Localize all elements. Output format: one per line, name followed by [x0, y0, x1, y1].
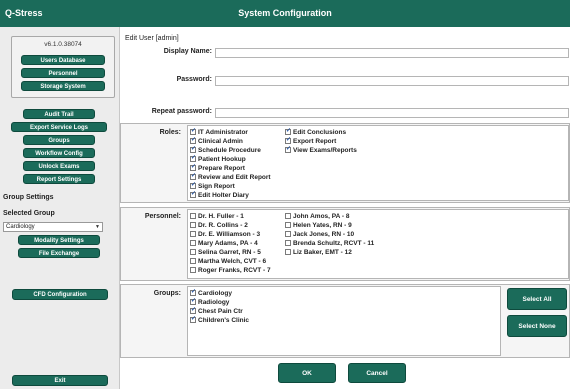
role-checkbox[interactable]: Review and Edit Report	[190, 172, 271, 181]
workflow-config-button[interactable]: Workflow Config	[23, 148, 95, 158]
checkbox-icon	[285, 231, 291, 237]
checkbox-checked-icon	[285, 127, 291, 135]
personnel-checkbox[interactable]: Helen Yates, RN - 9	[285, 222, 352, 229]
checkbox-checked-icon	[190, 288, 196, 296]
password-label: Password:	[176, 76, 212, 83]
role-checkbox[interactable]: View Exams/Reports	[285, 145, 357, 154]
selected-group-select[interactable]: Cardiology ▼	[3, 222, 103, 232]
users-database-button[interactable]: Users Database	[21, 55, 105, 65]
group-checkbox[interactable]: Radiology	[190, 297, 229, 306]
window-title: System Configuration	[238, 8, 332, 18]
checkbox-checked-icon	[190, 190, 196, 198]
checkbox-icon	[190, 222, 196, 228]
personnel-checkbox[interactable]: Roger Franks, RCVT - 7	[190, 267, 271, 274]
modality-settings-button[interactable]: Modality Settings	[18, 235, 100, 245]
personnel-panel: Dr. H. Fuller - 1 Dr. R. Collins - 2 Dr.…	[187, 209, 569, 279]
unlock-exams-button[interactable]: Unlock Exams	[23, 161, 95, 171]
report-settings-button[interactable]: Report Settings	[23, 174, 95, 184]
group-checkbox[interactable]: Cardiology	[190, 288, 232, 297]
group-settings-label: Group Settings	[3, 194, 54, 201]
role-checkbox[interactable]: Clinical Admin	[190, 136, 243, 145]
checkbox-checked-icon	[285, 136, 291, 144]
personnel-checkbox[interactable]: Dr. H. Fuller - 1	[190, 213, 244, 220]
groups-panel: Cardiology Radiology Chest Pain Ctr Chil…	[187, 286, 501, 356]
checkbox-checked-icon	[190, 297, 196, 305]
checkbox-checked-icon	[190, 127, 196, 135]
select-none-button[interactable]: Select None	[507, 315, 567, 337]
checkbox-icon	[285, 240, 291, 246]
role-checkbox[interactable]: Patient Hookup	[190, 154, 246, 163]
select-all-button[interactable]: Select All	[507, 288, 567, 310]
groups-section: Groups: Cardiology Radiology Chest Pain …	[120, 284, 570, 358]
checkbox-icon	[190, 249, 196, 255]
checkbox-icon	[190, 240, 196, 246]
selected-group-value: Cardiology	[6, 224, 35, 230]
cfd-configuration-button[interactable]: CFD Configuration	[12, 289, 108, 300]
roles-label: Roles:	[159, 129, 181, 136]
checkbox-checked-icon	[190, 315, 196, 323]
cancel-button[interactable]: Cancel	[348, 363, 406, 383]
roles-section: Roles: IT Administrator Clinical Admin S…	[120, 123, 570, 203]
checkbox-icon	[190, 213, 196, 219]
checkbox-checked-icon	[190, 136, 196, 144]
roles-panel: IT Administrator Clinical Admin Schedule…	[187, 125, 569, 201]
groups-label: Groups:	[153, 290, 181, 297]
role-checkbox[interactable]: Schedule Procedure	[190, 145, 261, 154]
personnel-checkbox[interactable]: Dr. R. Collins - 2	[190, 222, 248, 229]
role-checkbox[interactable]: Edit Conclusions	[285, 127, 346, 136]
personnel-checkbox[interactable]: Dr. E. Williamson - 3	[190, 231, 260, 238]
checkbox-icon	[190, 231, 196, 237]
personnel-checkbox[interactable]: Brenda Schultz, RCVT - 11	[285, 240, 374, 247]
personnel-section: Personnel: Dr. H. Fuller - 1 Dr. R. Coll…	[120, 207, 570, 281]
group-checkbox[interactable]: Chest Pain Ctr	[190, 306, 243, 315]
sidebar-top-panel: v6.1.0.38074 Users Database Personnel St…	[11, 36, 115, 98]
personnel-label: Personnel:	[144, 213, 181, 220]
checkbox-icon	[285, 249, 291, 255]
checkbox-icon	[285, 213, 291, 219]
checkbox-icon	[190, 267, 196, 273]
groups-button[interactable]: Groups	[23, 135, 95, 145]
group-checkbox[interactable]: Children's Clinic	[190, 315, 249, 324]
display-name-label: Display Name:	[163, 48, 212, 55]
role-checkbox[interactable]: Export Report	[285, 136, 336, 145]
checkbox-checked-icon	[285, 145, 291, 153]
checkbox-checked-icon	[190, 163, 196, 171]
repeat-password-input[interactable]	[215, 108, 569, 118]
personnel-checkbox[interactable]: John Amos, PA - 8	[285, 213, 349, 220]
main-panel: Edit User [admin] Display Name: Password…	[120, 27, 570, 389]
title-bar: Q-Stress System Configuration	[0, 0, 570, 27]
personnel-checkbox[interactable]: Martha Welch, CVT - 6	[190, 258, 266, 265]
chevron-down-icon: ▼	[95, 224, 100, 230]
personnel-checkbox[interactable]: Mary Adams, PA - 4	[190, 240, 258, 247]
role-checkbox[interactable]: Prepare Report	[190, 163, 245, 172]
personnel-checkbox[interactable]: Jack Jones, RN - 10	[285, 231, 354, 238]
checkbox-icon	[190, 258, 196, 264]
display-name-input[interactable]	[215, 48, 569, 58]
checkbox-checked-icon	[190, 145, 196, 153]
ok-button[interactable]: OK	[278, 363, 336, 383]
selected-group-label: Selected Group	[3, 210, 55, 217]
audit-trail-button[interactable]: Audit Trail	[23, 109, 95, 119]
personnel-checkbox[interactable]: Liz Baker, EMT - 12	[285, 249, 352, 256]
file-exchange-button[interactable]: File Exchange	[18, 248, 100, 258]
personnel-checkbox[interactable]: Selina Garret, RN - 5	[190, 249, 261, 256]
checkbox-checked-icon	[190, 181, 196, 189]
checkbox-checked-icon	[190, 172, 196, 180]
repeat-password-label: Repeat password:	[151, 108, 212, 115]
role-checkbox[interactable]: Sign Report	[190, 181, 235, 190]
checkbox-checked-icon	[190, 306, 196, 314]
sidebar: v6.1.0.38074 Users Database Personnel St…	[0, 27, 120, 389]
role-checkbox[interactable]: Edit Holter Diary	[190, 190, 249, 199]
checkbox-icon	[285, 222, 291, 228]
role-checkbox[interactable]: IT Administrator	[190, 127, 248, 136]
export-service-logs-button[interactable]: Export Service Logs	[11, 122, 107, 132]
version-label: v6.1.0.38074	[44, 41, 82, 48]
password-input[interactable]	[215, 76, 569, 86]
exit-button[interactable]: Exit	[12, 375, 108, 386]
checkbox-checked-icon	[190, 154, 196, 162]
page-title: Edit User [admin]	[125, 35, 179, 42]
storage-system-button[interactable]: Storage System	[21, 81, 105, 91]
personnel-button[interactable]: Personnel	[21, 68, 105, 78]
